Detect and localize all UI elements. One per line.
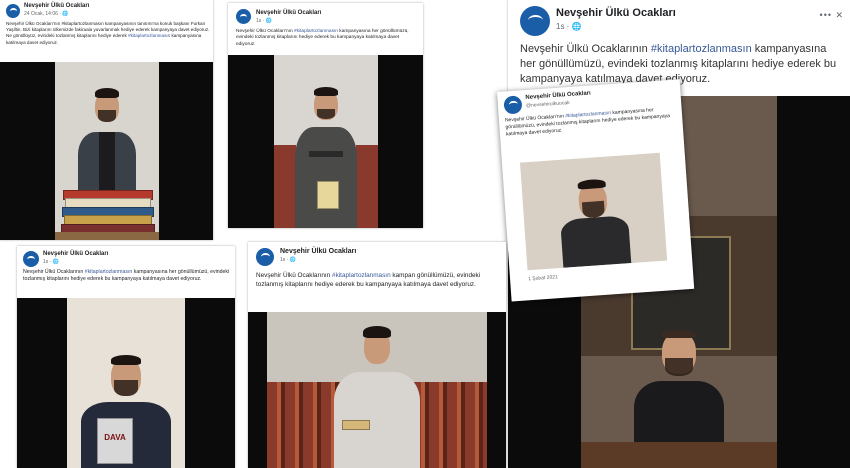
post-text: Nevşehir Ülkü Ocaklarının #kitaplartozla… bbox=[256, 272, 481, 288]
desk bbox=[581, 442, 777, 468]
post-meta: 1s · 🌐 bbox=[256, 18, 272, 24]
post-meta: 1s · 🌐 bbox=[556, 22, 582, 31]
post-text: Nevşehir Ülkü Ocaklarının #kitaplartozla… bbox=[23, 269, 230, 283]
video-player[interactable]: DAVA bbox=[17, 298, 235, 468]
hashtag-link[interactable]: #kitaplartozlanmasın bbox=[128, 33, 170, 38]
post-author[interactable]: Nevşehir Ülkü Ocakları bbox=[556, 7, 676, 19]
page-avatar[interactable] bbox=[23, 251, 39, 267]
video-player[interactable] bbox=[0, 62, 213, 240]
page-avatar[interactable] bbox=[520, 6, 550, 36]
page-avatar[interactable] bbox=[256, 248, 274, 266]
post-author[interactable]: Nevşehir Ülkü Ocakları bbox=[256, 10, 321, 16]
post-author[interactable]: Nevşehir Ülkü Ocakları bbox=[43, 251, 108, 257]
speaker-figure bbox=[322, 312, 432, 468]
page-avatar[interactable] bbox=[6, 4, 20, 18]
post-meta: 1s · 🌐 bbox=[43, 259, 59, 265]
speaker-figure bbox=[550, 155, 637, 268]
facebook-post: Nevşehir Ülkü Ocakları 24 Ocak, 14:06 · … bbox=[0, 0, 213, 240]
tweet-timestamp: 1 Şubat 2021 bbox=[527, 274, 559, 283]
hashtag-link[interactable]: #kitaplartozlanmasın bbox=[651, 43, 752, 55]
facebook-post: Nevşehir Ülkü Ocakları 1s · 🌐 Nevşehir Ü… bbox=[17, 246, 235, 468]
hashtag-link[interactable]: #kitaplartozlanmasın bbox=[85, 269, 133, 275]
post-text: Nevşehir Ülkü Ocaklarının #kitaplartozla… bbox=[520, 43, 837, 85]
hashtag-link[interactable]: #kitaplartozlanmasın bbox=[294, 29, 338, 34]
facebook-post: Nevşehir Ülkü Ocakları 1s · 🌐 Nevşehir Ü… bbox=[248, 242, 506, 468]
tweet-text: Nevşehir Ülkü Ocakları'nın #kitaplartozl… bbox=[504, 107, 671, 137]
speaker-figure bbox=[281, 55, 371, 228]
page-avatar[interactable] bbox=[236, 9, 251, 24]
post-author[interactable]: Nevşehir Ülkü Ocakları bbox=[280, 248, 356, 255]
tweet-video[interactable] bbox=[519, 152, 668, 271]
facebook-post: Nevşehir Ülkü Ocakları 1s · 🌐 Nevşehir Ü… bbox=[228, 3, 423, 228]
post-meta: 1s · 🌐 bbox=[280, 257, 296, 263]
video-player[interactable] bbox=[228, 55, 423, 228]
post-author[interactable]: Nevşehir Ülkü Ocakları bbox=[24, 3, 89, 9]
dava-book: DAVA bbox=[97, 418, 133, 464]
page-avatar[interactable] bbox=[503, 95, 523, 115]
more-options-icon[interactable]: ••• bbox=[820, 10, 832, 20]
post-text: Nevşehir Ülkü Ocakları'nın #kitaplartozl… bbox=[6, 21, 210, 45]
close-icon[interactable]: ✕ bbox=[835, 10, 844, 21]
video-player[interactable] bbox=[248, 312, 506, 468]
tweet-handle: @nevsehirulkuocak bbox=[525, 99, 570, 110]
tweet-author[interactable]: Nevşehir Ülkü Ocakları bbox=[525, 90, 591, 101]
post-text: Nevşehir Ülkü Ocakları'nın #kitaplartozl… bbox=[236, 29, 409, 47]
hashtag-link[interactable]: #kitaplartozlanmasın bbox=[332, 272, 391, 279]
post-meta: 24 Ocak, 14:06 · 🌐 bbox=[24, 11, 69, 17]
tweet-screenshot: Nevşehir Ülkü Ocakları @nevsehirulkuocak… bbox=[497, 79, 695, 302]
